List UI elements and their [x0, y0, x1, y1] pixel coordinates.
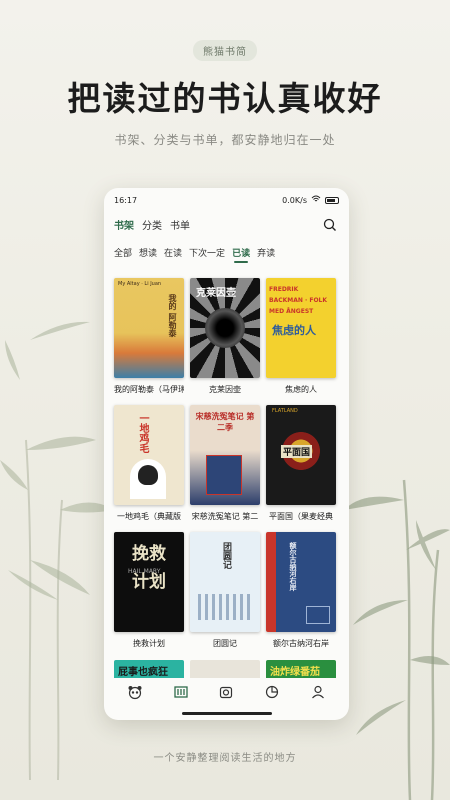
book-cover[interactable]: 克莱因壶	[190, 278, 260, 378]
status-filter-bar: 全部 想读 在读 下次一定 已读 弃读	[104, 239, 349, 265]
book-item[interactable]: 一地鸡毛 一地鸡毛（典藏版	[114, 405, 184, 532]
cover-subtitle: FREDRIK BACKMAN · FOLK MED ÅNGEST	[269, 286, 328, 315]
cover-title: 我的 阿勒泰	[168, 294, 177, 337]
camera-icon[interactable]	[218, 684, 234, 700]
book-cover[interactable]: 我的 阿勒泰 My Altay · Li Juan	[114, 278, 184, 378]
app-name-badge: 熊猫书简	[193, 40, 257, 61]
cover-subtitle: My Altay · Li Juan	[118, 281, 162, 287]
status-bar: 16:17 0.0K/s	[104, 188, 349, 212]
cover-title: 宋慈洗冤笔记 第二季	[195, 412, 255, 432]
bookshelf-icon[interactable]	[173, 684, 189, 700]
book-item[interactable]: 挽救 计划 HAIL MARY 挽救计划	[114, 532, 184, 659]
promo-headline: 把读过的书认真收好	[67, 79, 383, 118]
filter-next-time[interactable]: 下次一定	[189, 246, 225, 259]
cover-subtitle: HAIL MARY	[128, 568, 161, 575]
book-cover[interactable]: 油炸绿番茄	[266, 660, 336, 678]
book-item[interactable]: 额尔古纳河右岸 额尔古纳河右岸	[266, 532, 336, 659]
book-title: 挽救计划	[133, 639, 165, 648]
book-title: 一地鸡毛（典藏版	[117, 512, 181, 521]
book-title: 我的阿勒泰（马伊琍	[114, 385, 184, 394]
book-item[interactable]: FREDRIK BACKMAN · FOLK MED ÅNGEST 焦虑的人 焦…	[266, 278, 336, 405]
book-item[interactable]: 我的 阿勒泰 My Altay · Li Juan 我的阿勒泰（马伊琍	[114, 278, 184, 405]
battery-icon	[325, 196, 339, 204]
book-cover[interactable]	[190, 660, 260, 678]
tab-bookshelf[interactable]: 书架	[114, 217, 134, 232]
partial-book-row: 屁事也疯狂 油炸绿番茄	[114, 660, 336, 678]
tab-booklists[interactable]: 书单	[170, 217, 190, 232]
network-speed: 0.0K/s	[282, 195, 307, 205]
filter-read[interactable]: 已读	[232, 246, 250, 263]
cover-title: 平面国	[281, 445, 313, 458]
promo-footer: 一个安静整理阅读生活的地方	[153, 753, 297, 764]
home-indicator	[182, 712, 272, 715]
book-title: 团圆记	[213, 639, 237, 648]
bottom-nav	[104, 678, 349, 706]
phone-screenshot: 16:17 0.0K/s 书架 分类 书单 全部 想读 在读 下次一定 已读 弃…	[104, 188, 349, 720]
filter-abandoned[interactable]: 弃读	[257, 246, 275, 259]
book-cover[interactable]: FLATLAND 平面国	[266, 405, 336, 505]
book-item[interactable]: FLATLAND 平面国 平面国（果麦经典	[266, 405, 336, 532]
book-cover[interactable]: FREDRIK BACKMAN · FOLK MED ÅNGEST 焦虑的人	[266, 278, 336, 378]
cover-title: 焦虑的人	[272, 324, 316, 337]
cover-title: 团圆记	[221, 542, 231, 569]
wifi-icon	[311, 195, 321, 205]
cover-title: 额尔古纳河右岸	[289, 542, 297, 591]
book-title: 焦虑的人	[285, 385, 317, 394]
cover-title: 克莱因壶	[196, 288, 236, 299]
book-title: 克莱因壶	[209, 385, 241, 394]
bamboo-illustration-left	[0, 321, 115, 780]
book-item[interactable]: 克莱因壶 克莱因壶	[190, 278, 260, 405]
pie-chart-icon[interactable]	[264, 684, 280, 700]
tab-categories[interactable]: 分类	[142, 217, 162, 232]
book-grid: 我的 阿勒泰 My Altay · Li Juan 我的阿勒泰（马伊琍 克莱因壶…	[104, 278, 349, 659]
book-cover[interactable]: 挽救 计划 HAIL MARY	[114, 532, 184, 632]
book-title: 平面国（果麦经典	[269, 512, 333, 521]
book-item[interactable]: 宋慈洗冤笔记 第二季 宋慈洗冤笔记 第二	[190, 405, 260, 532]
promo-subline: 书架、分类与书单，都安静地归在一处	[114, 133, 336, 147]
book-cover[interactable]: 额尔古纳河右岸	[266, 532, 336, 632]
search-icon[interactable]	[323, 217, 337, 231]
book-title: 宋慈洗冤笔记 第二	[191, 512, 259, 521]
filter-want-to-read[interactable]: 想读	[139, 246, 157, 259]
top-nav: 书架 分类 书单	[104, 212, 349, 236]
panda-icon[interactable]	[127, 684, 143, 700]
cover-title: 一地鸡毛	[137, 413, 148, 453]
book-cover[interactable]: 屁事也疯狂	[114, 660, 184, 678]
filter-all[interactable]: 全部	[114, 246, 132, 259]
cover-title: 油炸绿番茄	[270, 667, 320, 678]
cover-subtitle: FLATLAND	[272, 408, 298, 414]
user-icon[interactable]	[310, 684, 326, 700]
book-cover[interactable]: 一地鸡毛	[114, 405, 184, 505]
book-cover[interactable]: 宋慈洗冤笔记 第二季	[190, 405, 260, 505]
cover-title: 屁事也疯狂	[118, 667, 168, 678]
status-time: 16:17	[114, 195, 138, 205]
book-item[interactable]: 团圆记 团圆记	[190, 532, 260, 659]
filter-reading[interactable]: 在读	[164, 246, 182, 259]
bamboo-illustration-right	[344, 479, 450, 800]
book-title: 额尔古纳河右岸	[273, 639, 329, 648]
book-cover[interactable]: 团圆记	[190, 532, 260, 632]
